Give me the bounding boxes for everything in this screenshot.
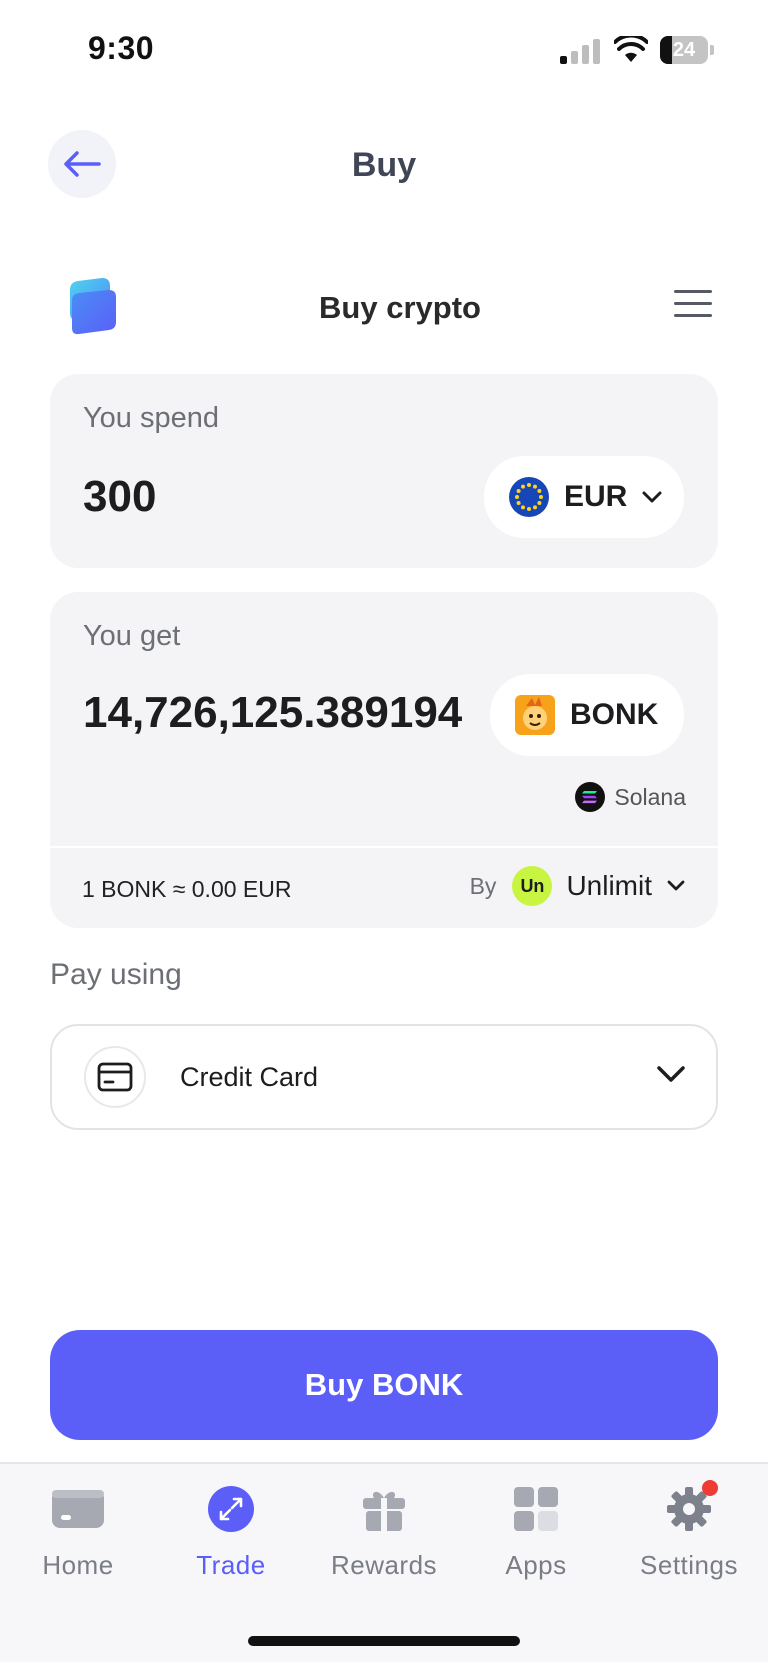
receive-amount-clip: 14,726,125.389194 xyxy=(83,688,493,748)
gear-icon xyxy=(662,1480,718,1536)
tab-label: Trade xyxy=(196,1550,266,1580)
home-indicator xyxy=(248,1636,520,1646)
gift-icon xyxy=(357,1482,411,1536)
trade-icon xyxy=(204,1482,258,1536)
eu-flag-icon xyxy=(509,477,549,517)
solana-icon xyxy=(575,782,606,812)
payment-method-name: Credit Card xyxy=(180,1062,319,1092)
token-select[interactable]: BONK xyxy=(490,674,684,756)
status-time: 9:30 xyxy=(88,30,155,66)
notification-dot xyxy=(702,1480,718,1496)
tab-label: Apps xyxy=(505,1550,567,1580)
menu-button[interactable] xyxy=(672,290,714,320)
spend-card: You spend 300 EUR xyxy=(50,374,718,568)
tab-bar: Home Trade Rewards Apps Settings xyxy=(0,1462,768,1662)
provider-logo-icon: Un xyxy=(512,866,553,906)
tab-rewards[interactable]: Rewards xyxy=(309,1482,459,1581)
tab-label: Home xyxy=(42,1550,114,1580)
wallet-card-icon xyxy=(51,1482,105,1536)
bonk-token-icon xyxy=(515,695,555,735)
receive-amount: 14,726,125.389194 xyxy=(83,688,463,737)
tab-apps[interactable]: Apps xyxy=(461,1482,611,1581)
provider-select[interactable]: By Un Unlimit xyxy=(470,866,686,906)
pay-using-label: Pay using xyxy=(50,958,182,991)
currency-code: EUR xyxy=(564,480,628,513)
receive-card: You get 14,726,125.389194 BONK Solana 1 … xyxy=(50,592,718,928)
credit-card-icon xyxy=(97,1062,133,1092)
hamburger-icon xyxy=(674,290,712,293)
spend-amount-input[interactable]: 300 xyxy=(83,472,156,522)
provider-name: Unlimit xyxy=(566,870,652,901)
tab-label: Rewards xyxy=(330,1550,438,1580)
tab-trade[interactable]: Trade xyxy=(156,1482,306,1581)
page-title: Buy xyxy=(351,146,417,184)
currency-select[interactable]: EUR xyxy=(484,456,684,538)
chevron-down-icon xyxy=(642,491,662,503)
cellular-signal-icon xyxy=(560,38,602,64)
wifi-icon xyxy=(614,36,648,62)
divider xyxy=(50,846,718,848)
chevron-down-icon xyxy=(667,880,685,891)
receive-label: You get xyxy=(83,620,181,652)
battery-icon: 24 xyxy=(660,36,714,64)
network-name: Solana xyxy=(614,783,686,810)
battery-level: 24 xyxy=(672,39,696,61)
tab-home[interactable]: Home xyxy=(3,1482,153,1581)
credit-card-icon-wrap xyxy=(84,1046,146,1108)
token-code: BONK xyxy=(570,698,659,731)
spend-label: You spend xyxy=(83,402,220,434)
provider-prefix: By xyxy=(469,872,497,899)
status-bar: 9:30 24 xyxy=(0,0,768,100)
tab-settings[interactable]: Settings xyxy=(614,1480,764,1581)
tab-label: Settings xyxy=(640,1550,738,1580)
payment-method-select[interactable]: Credit Card xyxy=(50,1024,718,1130)
widget-title: Buy crypto xyxy=(319,290,481,325)
buy-button[interactable]: Buy BONK xyxy=(50,1330,718,1440)
chevron-down-icon xyxy=(657,1066,685,1082)
exchange-rate: 1 BONK ≈ 0.00 EUR xyxy=(82,876,292,902)
apps-grid-icon xyxy=(509,1482,563,1536)
network-label: Solana xyxy=(574,781,686,813)
